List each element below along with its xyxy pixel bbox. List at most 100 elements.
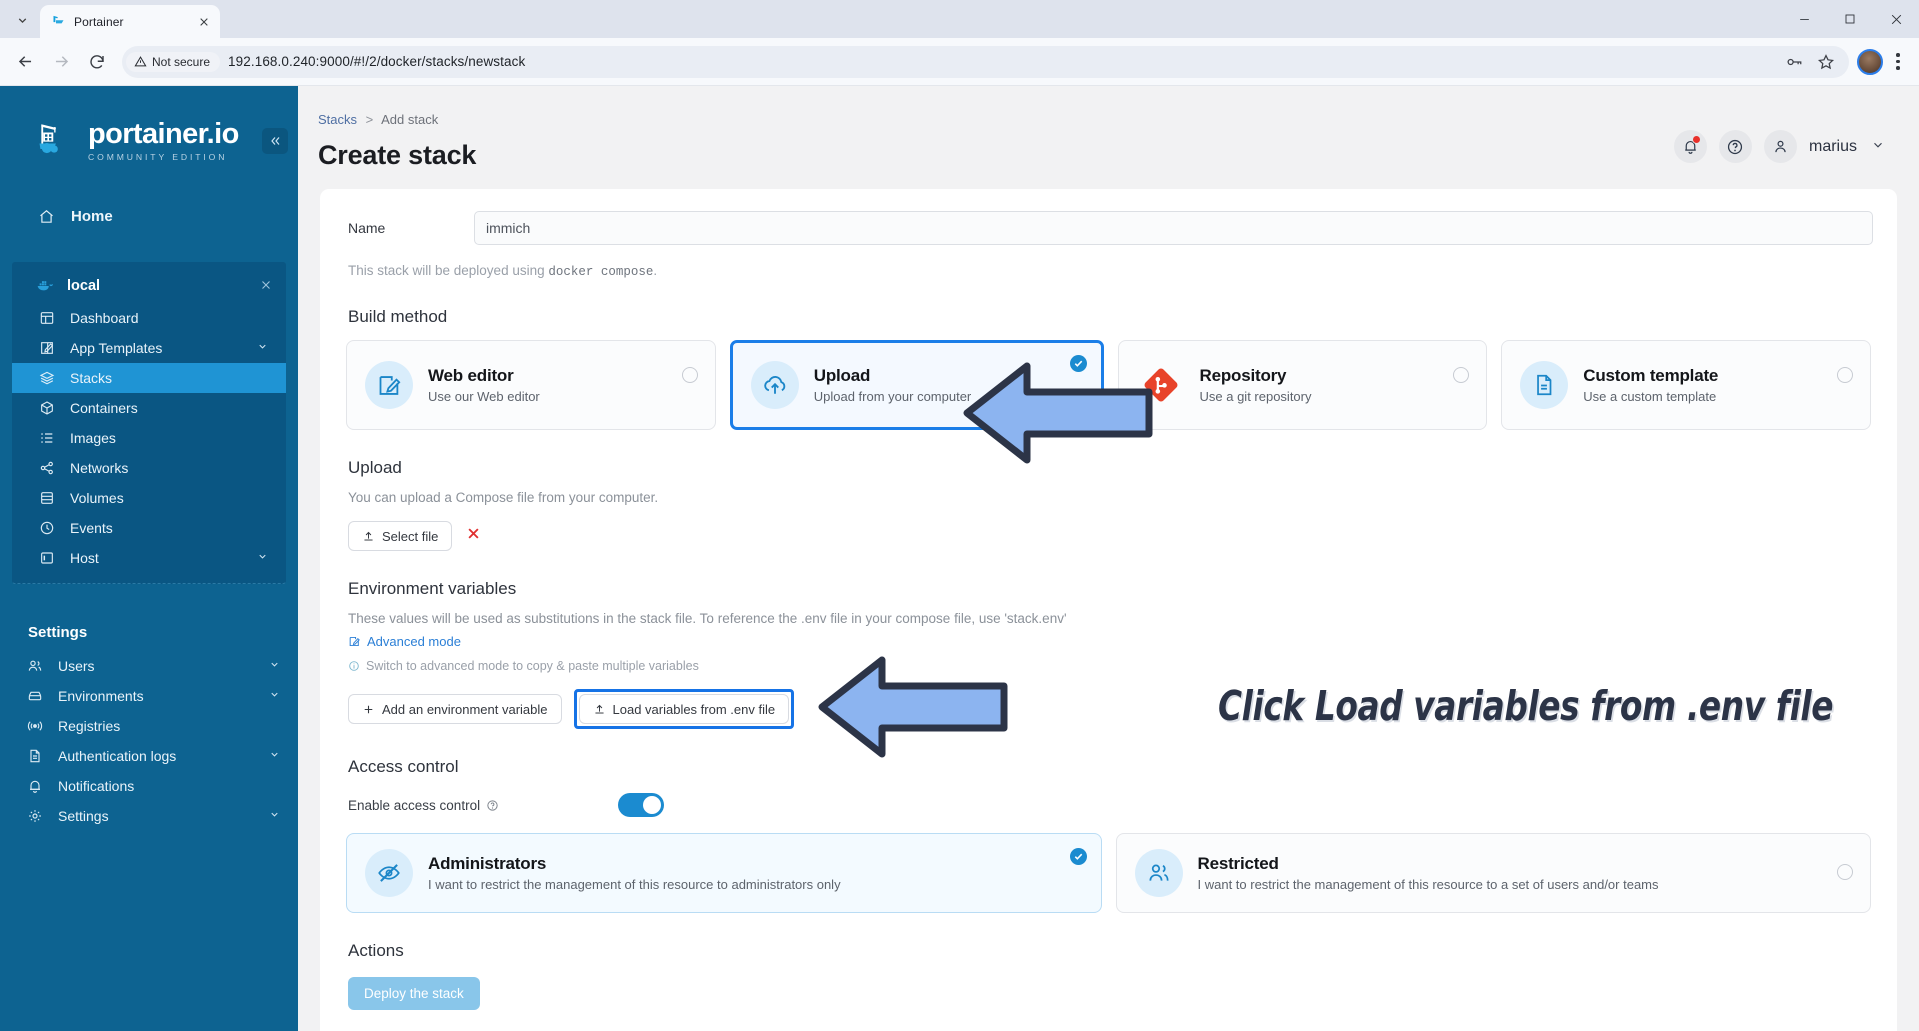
radio-unselected[interactable] [681, 367, 698, 383]
sidebar-item-environments[interactable]: Environments [0, 681, 298, 711]
sidebar-item-host[interactable]: Host [12, 543, 286, 573]
option-desc: I want to restrict the management of thi… [428, 877, 841, 892]
help-button[interactable] [1718, 130, 1752, 163]
dashboard-icon [38, 310, 55, 327]
browser-profile-avatar[interactable] [1857, 48, 1883, 75]
user-name: marius [1808, 137, 1857, 155]
cloud-upload-icon [750, 361, 799, 409]
select-file-label: Select file [382, 528, 439, 544]
build-option-custom-template[interactable]: Custom template Use a custom template [1501, 340, 1871, 430]
stack-name-row: Name [344, 211, 1873, 245]
sidebar-item-containers[interactable]: Containers [12, 393, 286, 423]
breadcrumb-root[interactable]: Stacks [318, 112, 357, 127]
chevron-down-icon [257, 341, 268, 355]
sidebar-item-label: Stacks [70, 370, 113, 386]
sidebar-item-label: Networks [70, 460, 129, 476]
advanced-mode-link[interactable]: Advanced mode [348, 634, 461, 649]
build-option-web-editor[interactable]: Web editor Use our Web editor [346, 340, 716, 430]
browser-menu-icon[interactable] [1885, 45, 1911, 79]
build-option-upload[interactable]: Upload Upload from your computer [729, 340, 1104, 430]
load-env-file-button[interactable]: Load variables from .env file [578, 694, 790, 724]
sidebar-environment-header[interactable]: local [12, 268, 286, 303]
sidebar-item-home[interactable]: Home [0, 201, 298, 232]
sidebar-item-stacks[interactable]: Stacks [12, 363, 286, 393]
nav-forward-icon[interactable] [44, 45, 78, 79]
address-bar[interactable]: Not secure 192.168.0.240:9000/#!/2/docke… [122, 45, 1849, 78]
security-status[interactable]: Not secure [126, 51, 221, 72]
add-env-variable-button[interactable]: Add an environment variable [348, 694, 562, 724]
sidebar-environment-close-icon[interactable] [260, 278, 272, 294]
nav-back-icon[interactable] [8, 45, 42, 79]
sidebar-item-users[interactable]: Users [0, 651, 298, 681]
window-maximize-icon[interactable] [1827, 0, 1873, 38]
question-circle-icon [1728, 139, 1743, 154]
document-icon [26, 748, 43, 765]
password-key-icon[interactable] [1781, 49, 1807, 75]
brand-name: portainer.io [88, 117, 239, 150]
window-close-icon[interactable] [1873, 0, 1919, 38]
tab-close-icon[interactable] [196, 14, 212, 30]
sidebar-settings-title: Settings [28, 624, 88, 641]
sidebar-item-registries[interactable]: Registries [0, 711, 298, 741]
access-control-options: Administrators I want to restrict the ma… [346, 833, 1871, 913]
radio-selected-check-icon[interactable] [1069, 355, 1087, 372]
radio-unselected[interactable] [1453, 367, 1470, 383]
deploy-stack-button[interactable]: Deploy the stack [348, 977, 480, 1010]
sidebar-item-label: Host [70, 550, 99, 566]
radio-selected-check-icon[interactable] [1069, 848, 1087, 865]
browser-tab[interactable]: Portainer [40, 5, 220, 38]
upload-title: Upload [348, 458, 402, 477]
sidebar-collapse-icon[interactable] [262, 128, 288, 154]
option-title: Web editor [428, 366, 514, 385]
document-icon [1520, 361, 1569, 409]
bookmark-star-icon[interactable] [1813, 49, 1839, 75]
sidebar-item-settings[interactable]: Settings [0, 801, 298, 831]
stack-name-input[interactable] [474, 211, 1873, 245]
docker-whale-icon [37, 277, 54, 294]
build-option-repository[interactable]: Repository Use a git repository [1117, 340, 1488, 430]
sidebar-item-authentication-logs[interactable]: Authentication logs [0, 741, 298, 771]
git-icon [1137, 361, 1185, 409]
sidebar-item-label: Notifications [58, 778, 135, 794]
sidebar-item-dashboard[interactable]: Dashboard [12, 303, 286, 333]
sidebar-item-events[interactable]: Events [12, 513, 286, 543]
users-icon [1134, 849, 1183, 897]
sidebar-item-volumes[interactable]: Volumes [12, 483, 286, 513]
server-icon [38, 550, 55, 567]
user-icon [1775, 140, 1786, 153]
nav-reload-icon[interactable] [80, 45, 114, 79]
access-option-restricted[interactable]: Restricted I want to restrict the manage… [1115, 833, 1871, 913]
layers-icon [38, 370, 55, 387]
enable-access-control-toggle[interactable] [618, 793, 664, 817]
option-title: Restricted [1197, 854, 1279, 873]
select-file-button[interactable]: Select file [348, 521, 453, 551]
sidebar: portainer.io COMMUNITY EDITION Home loca… [0, 86, 298, 1031]
radio-unselected[interactable] [1837, 864, 1853, 880]
notifications-button[interactable] [1673, 130, 1707, 163]
main-content: Stacks > Add stack Create stack marius N… [298, 86, 1919, 1031]
brand: portainer.io COMMUNITY EDITION [0, 92, 298, 165]
sidebar-item-notifications[interactable]: Notifications [0, 771, 298, 801]
share-nodes-icon [38, 460, 55, 477]
access-option-administrators[interactable]: Administrators I want to restrict the ma… [346, 833, 1102, 913]
user-menu-chevron-icon[interactable] [1871, 138, 1885, 155]
user-avatar[interactable] [1763, 130, 1797, 163]
sidebar-item-networks[interactable]: Networks [12, 453, 286, 483]
build-method-options: Web editor Use our Web editor Upload Upl… [346, 340, 1871, 430]
browser-tabstrip: Portainer [0, 0, 1919, 38]
database-icon [38, 490, 55, 507]
broadcast-icon [26, 718, 43, 735]
deploy-note-prefix: This stack will be deployed using [348, 263, 545, 278]
env-vars-hint-label: Switch to advanced mode to copy & paste … [366, 659, 699, 673]
tab-search-chevron-icon[interactable] [4, 5, 40, 35]
sidebar-item-label: Registries [58, 718, 121, 734]
window-minimize-icon[interactable] [1781, 0, 1827, 38]
tab-title: Portainer [74, 14, 124, 29]
upload-desc: You can upload a Compose file from your … [348, 490, 659, 505]
sidebar-item-label: Containers [70, 400, 138, 416]
sidebar-item-images[interactable]: Images [12, 423, 286, 453]
clear-file-x-icon[interactable] [466, 526, 481, 546]
sidebar-item-label: Environments [58, 688, 144, 704]
radio-unselected[interactable] [1837, 367, 1853, 383]
sidebar-item-app-templates[interactable]: App Templates [12, 333, 286, 363]
